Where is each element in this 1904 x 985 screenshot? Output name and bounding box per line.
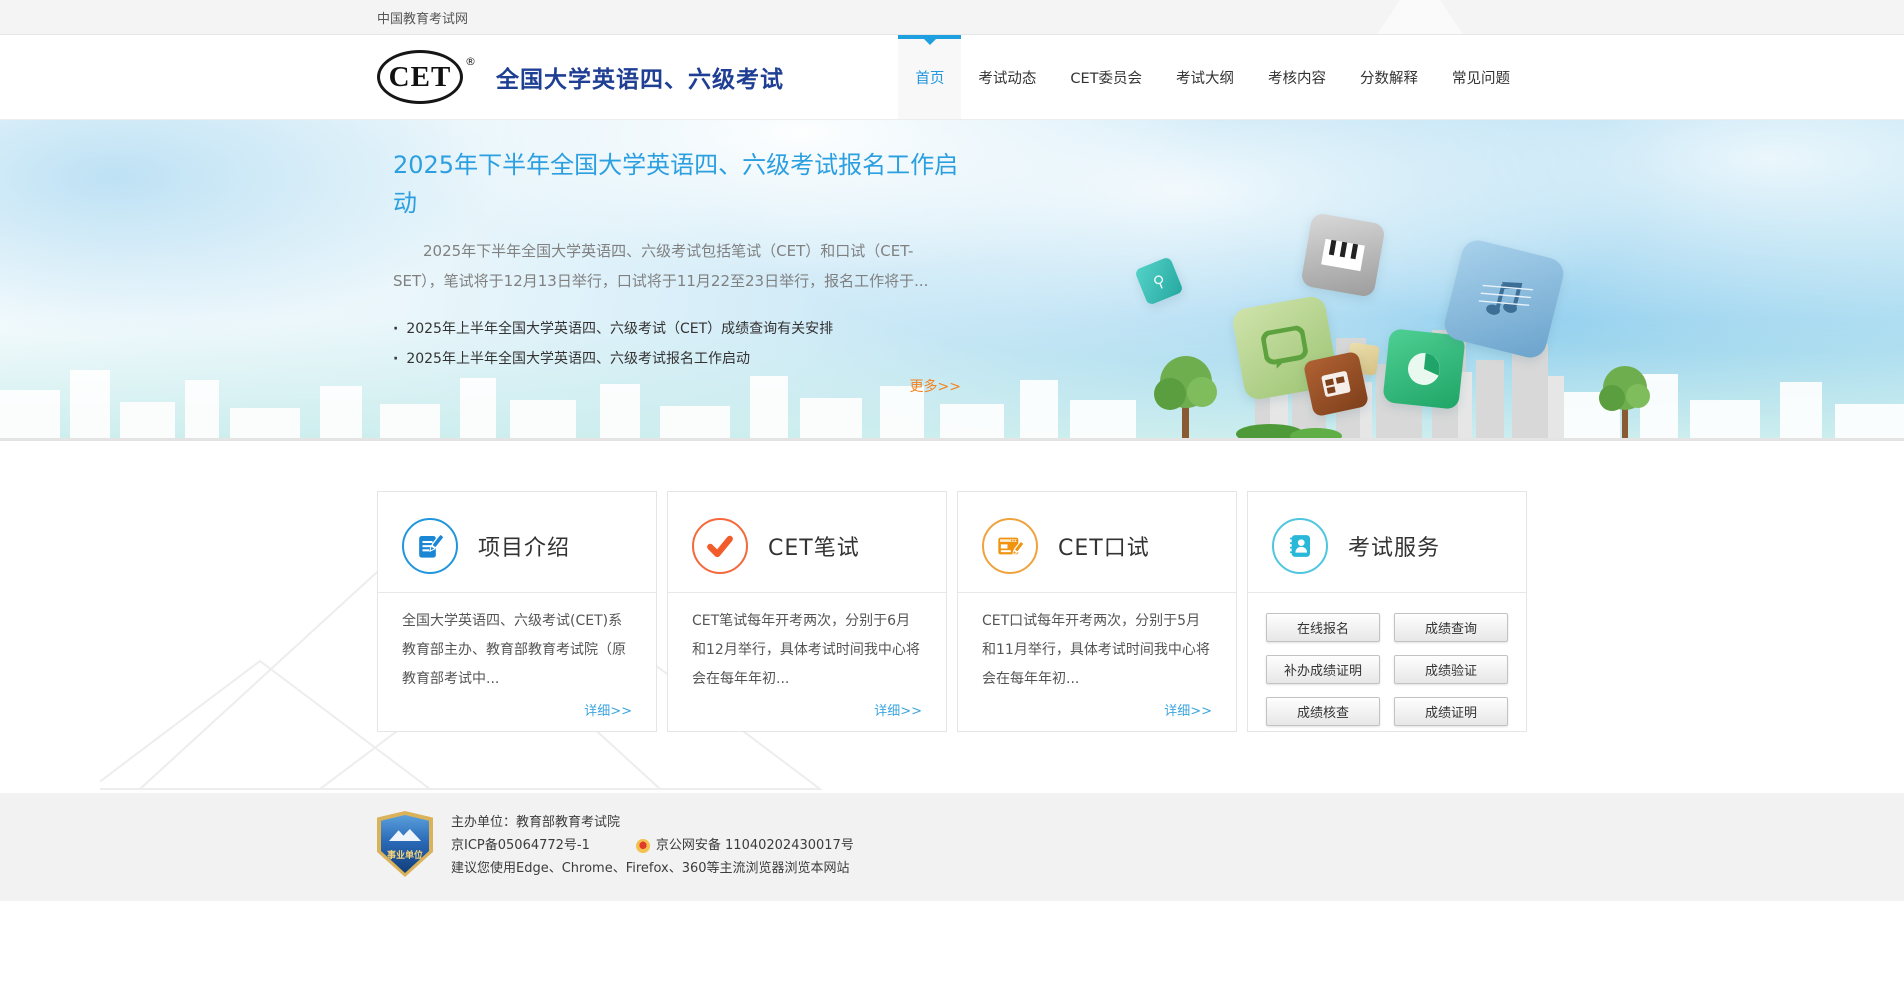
nav-item-score-interpretation[interactable]: 分数解释 xyxy=(1343,35,1435,119)
online-registration-button[interactable]: 在线报名 xyxy=(1266,613,1380,642)
icp-license-link[interactable]: 京ICP备05064772号-1 xyxy=(451,834,590,857)
page: 中国教育考试网 CET ® 全国大学英语四、六级考试 首页 考试动态 CET委员… xyxy=(0,0,1904,985)
portal-link[interactable]: 中国教育考试网 xyxy=(377,8,468,27)
service-buttons: 在线报名 成绩查询 补办成绩证明 成绩验证 成绩核查 成绩证明 xyxy=(1248,593,1526,726)
site-title: 全国大学英语四、六级考试 xyxy=(496,67,784,93)
detail-link[interactable]: 详细>> xyxy=(982,700,1212,719)
police-badge-icon xyxy=(635,838,650,853)
card-title: 考试服务 xyxy=(1348,536,1441,561)
nav-item-cet-committee[interactable]: CET委员会 xyxy=(1053,35,1159,119)
public-security-license-link[interactable]: 京公网安备 11040202430017号 xyxy=(656,834,854,857)
brand[interactable]: CET ® 全国大学英语四、六级考试 xyxy=(377,50,784,104)
card-oral-test: CET口试 CET口试每年开考两次，分别于5月和11月举行，具体考试时间我中心将… xyxy=(957,491,1237,732)
card-title: CET口试 xyxy=(1058,536,1150,561)
card-written-test: CET笔试 CET笔试每年开考两次，分别于6月和12月举行，具体考试时间我中心将… xyxy=(667,491,947,732)
registered-mark: ® xyxy=(465,54,476,68)
public-institution-badge: 事业单位 xyxy=(377,811,433,877)
bottom-spacer xyxy=(0,901,1904,985)
cet-logo: CET xyxy=(377,50,463,104)
hero-banner: ⚲ 2025年下半年全国大学英语四、六级考试报名工作启动 2025年下半年全国大… xyxy=(0,120,1904,441)
score-verification-button[interactable]: 成绩验证 xyxy=(1394,655,1508,684)
score-certificate-button[interactable]: 成绩证明 xyxy=(1394,697,1508,726)
detail-link[interactable]: 详细>> xyxy=(692,700,922,719)
organizer-line: 主办单位：教育部教育考试院 xyxy=(451,815,621,830)
browser-pencil-icon xyxy=(982,518,1038,574)
check-icon xyxy=(692,518,748,574)
nav-item-assessment-content[interactable]: 考核内容 xyxy=(1251,35,1343,119)
site-header: CET ® 全国大学英语四、六级考试 首页 考试动态 CET委员会 考试大纲 考… xyxy=(0,35,1904,120)
news-item[interactable]: 2025年上半年全国大学英语四、六级考试报名工作启动 xyxy=(393,344,961,374)
nav-item-faq[interactable]: 常见问题 xyxy=(1435,35,1527,119)
badge-mountain-art xyxy=(389,829,421,841)
top-utility-bar: 中国教育考试网 xyxy=(0,0,1904,35)
more-link[interactable]: 更多>> xyxy=(393,376,961,396)
score-query-button[interactable]: 成绩查询 xyxy=(1394,613,1508,642)
banner-headline[interactable]: 2025年下半年全国大学英语四、六级考试报名工作启动 xyxy=(393,146,961,222)
cet-logo-text: CET xyxy=(388,60,452,93)
footer: 事业单位 主办单位：教育部教育考试院 京ICP备05064772号-1 京公网安… xyxy=(0,793,1904,901)
banner-content: 2025年下半年全国大学英语四、六级考试报名工作启动 2025年下半年全国大学英… xyxy=(377,120,961,396)
document-pencil-icon xyxy=(402,518,458,574)
nav-item-exam-syllabus[interactable]: 考试大纲 xyxy=(1159,35,1251,119)
news-item[interactable]: 2025年上半年全国大学英语四、六级考试（CET）成绩查询有关安排 xyxy=(393,314,961,344)
footer-text: 主办单位：教育部教育考试院 京ICP备05064772号-1 京公网安备 110… xyxy=(451,811,854,880)
card-title: CET笔试 xyxy=(768,536,860,561)
feature-cards: 项目介绍 全国大学英语四、六级考试(CET)系教育部主办、教育部教育考试院（原教… xyxy=(377,441,1527,732)
nav-item-home[interactable]: 首页 xyxy=(898,35,962,119)
card-text: CET口试每年开考两次，分别于5月和11月举行，具体考试时间我中心将会在每年年初… xyxy=(982,613,1210,687)
reissue-certificate-button[interactable]: 补办成绩证明 xyxy=(1266,655,1380,684)
banner-news-list: 2025年上半年全国大学英语四、六级考试（CET）成绩查询有关安排 2025年上… xyxy=(393,314,961,374)
banner-summary: 2025年下半年全国大学英语四、六级考试包括笔试（CET）和口试（CET-SET… xyxy=(393,242,929,290)
browser-tip-line: 建议您使用Edge、Chrome、Firefox、360等主流浏览器浏览本网站 xyxy=(451,861,850,876)
main-nav: 首页 考试动态 CET委员会 考试大纲 考核内容 分数解释 常见问题 xyxy=(898,35,1527,119)
score-check-button[interactable]: 成绩核查 xyxy=(1266,697,1380,726)
contact-book-icon xyxy=(1272,518,1328,574)
card-exam-services: 考试服务 在线报名 成绩查询 补办成绩证明 成绩验证 成绩核查 成绩证明 xyxy=(1247,491,1527,732)
card-text: CET笔试每年开考两次，分别于6月和12月举行，具体考试时间我中心将会在每年年初… xyxy=(692,613,920,687)
card-project-intro: 项目介绍 全国大学英语四、六级考试(CET)系教育部主办、教育部教育考试院（原教… xyxy=(377,491,657,732)
nav-item-exam-news[interactable]: 考试动态 xyxy=(961,35,1053,119)
card-text: 全国大学英语四、六级考试(CET)系教育部主办、教育部教育考试院（原教育部考试中… xyxy=(402,613,626,687)
detail-link[interactable]: 详细>> xyxy=(402,700,632,719)
badge-label: 事业单位 xyxy=(386,851,423,861)
main-section: 项目介绍 全国大学英语四、六级考试(CET)系教育部主办、教育部教育考试院（原教… xyxy=(0,441,1904,793)
card-title: 项目介绍 xyxy=(478,536,571,561)
